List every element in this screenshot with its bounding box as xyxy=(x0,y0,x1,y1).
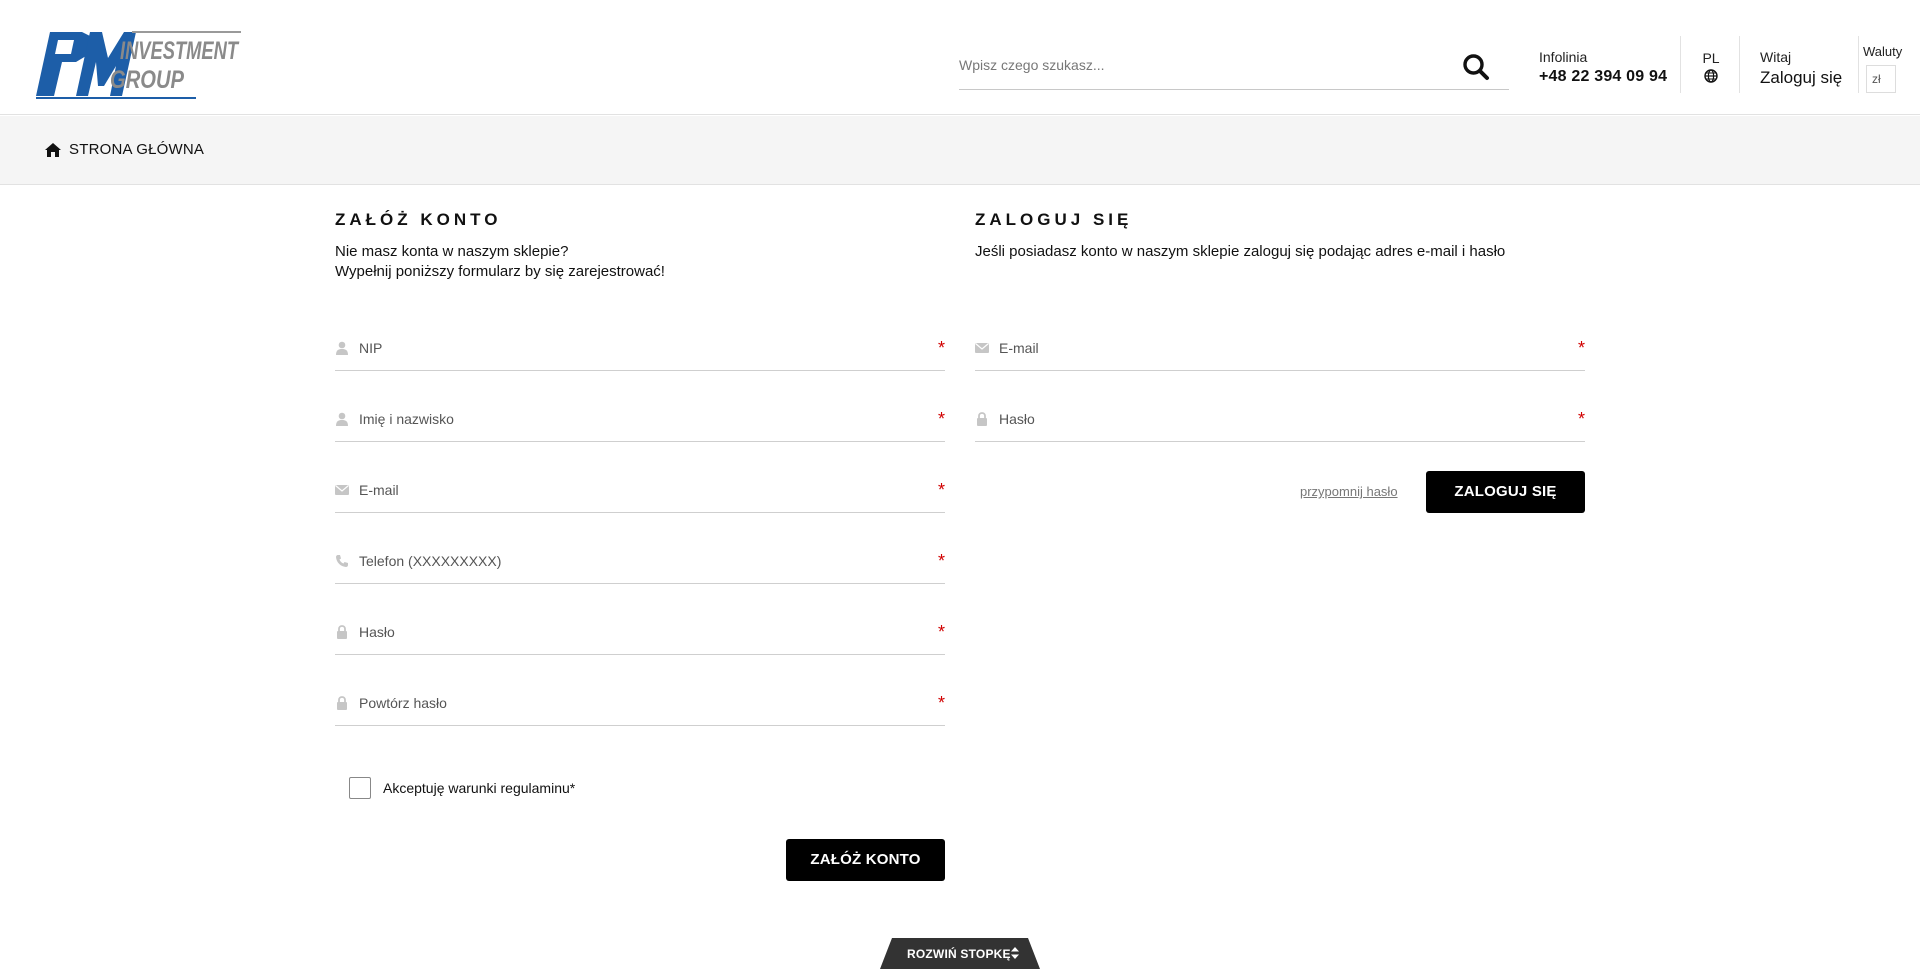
language-code: PL xyxy=(1702,50,1720,66)
register-description: Nie masz konta w naszym sklepie? Wypełni… xyxy=(335,242,945,282)
register-email-field[interactable]: E-mail * xyxy=(335,469,945,513)
register-password-field[interactable]: Hasło * xyxy=(335,611,945,655)
login-button[interactable]: ZALOGUJ SIĘ xyxy=(1426,471,1585,513)
login-email-field[interactable]: E-mail * xyxy=(975,327,1585,371)
login-password-label: Hasło xyxy=(999,411,1035,427)
register-section: ZAŁÓŻ KONTO Nie masz konta w naszym skle… xyxy=(335,210,945,881)
hotline-phone[interactable]: +48 22 394 09 94 xyxy=(1539,67,1667,87)
sort-arrows-icon xyxy=(1011,947,1019,959)
header-login-link[interactable]: Zaloguj się xyxy=(1760,67,1842,89)
required-marker: * xyxy=(1577,338,1585,358)
fullname-label: Imię i nazwisko xyxy=(359,411,454,427)
search-bar xyxy=(959,42,1509,90)
register-desc-line2: Wypełnij poniższy formularz by się zarej… xyxy=(335,263,665,280)
lock-icon xyxy=(337,625,347,639)
lock-icon xyxy=(977,412,987,426)
required-marker: * xyxy=(937,409,945,429)
required-marker: * xyxy=(1577,409,1585,429)
terms-checkbox-row[interactable]: Akceptuję warunki regulaminu* xyxy=(349,777,575,799)
company-logo[interactable]: INVESTMENT GROUP xyxy=(36,28,241,100)
user-icon xyxy=(336,341,348,355)
phone-icon xyxy=(336,555,348,567)
home-icon xyxy=(45,142,61,157)
repeat-password-field[interactable]: Powtórz hasło * xyxy=(335,682,945,726)
account-box: Witaj Zaloguj się xyxy=(1760,49,1842,89)
register-desc-line1: Nie masz konta w naszym sklepie? xyxy=(335,243,569,260)
svg-text:GROUP: GROUP xyxy=(110,66,184,94)
register-button[interactable]: ZAŁÓŻ KONTO xyxy=(786,839,945,881)
breadcrumb: STRONA GŁÓWNA xyxy=(0,116,1920,185)
breadcrumb-home[interactable]: STRONA GŁÓWNA xyxy=(45,141,204,158)
fullname-field[interactable]: Imię i nazwisko * xyxy=(335,398,945,442)
login-title: ZALOGUJ SIĘ xyxy=(975,210,1133,229)
envelope-icon xyxy=(975,343,989,353)
currency-switcher: Waluty zł xyxy=(1863,44,1902,93)
search-input[interactable] xyxy=(959,52,1439,78)
currency-label: Waluty xyxy=(1863,44,1903,59)
user-icon xyxy=(336,412,348,426)
header-divider xyxy=(1858,36,1859,93)
site-header: INVESTMENT GROUP Infolinia +48 22 394 09… xyxy=(0,0,1920,115)
required-marker: * xyxy=(937,693,945,713)
breadcrumb-home-label: STRONA GŁÓWNA xyxy=(69,141,205,158)
hotline: Infolinia +48 22 394 09 94 xyxy=(1539,49,1667,87)
svg-text:INVESTMENT: INVESTMENT xyxy=(120,37,240,65)
header-divider xyxy=(1680,36,1681,93)
footer-toggle-label: ROZWIŃ STOPKĘ xyxy=(907,947,1011,961)
phone-field[interactable]: Telefon (XXXXXXXXX) * xyxy=(335,540,945,584)
required-marker: * xyxy=(937,338,945,358)
welcome-label: Witaj xyxy=(1760,49,1792,65)
register-email-label: E-mail xyxy=(359,482,399,498)
terms-checkbox[interactable] xyxy=(349,777,371,799)
required-marker: * xyxy=(937,480,945,500)
login-password-field[interactable]: Hasło * xyxy=(975,398,1585,442)
footer-toggle-button[interactable]: ROZWIŃ STOPKĘ xyxy=(880,938,1040,969)
envelope-icon xyxy=(335,485,349,495)
login-email-label: E-mail xyxy=(999,340,1039,356)
register-password-label: Hasło xyxy=(359,624,395,640)
globe-icon xyxy=(1704,69,1718,83)
currency-select[interactable]: zł xyxy=(1866,65,1896,93)
terms-label[interactable]: Akceptuję warunki regulaminu* xyxy=(383,780,575,796)
repeat-password-label: Powtórz hasło xyxy=(359,695,447,711)
search-icon[interactable] xyxy=(1461,52,1491,82)
phone-label: Telefon (XXXXXXXXX) xyxy=(359,553,502,569)
header-divider xyxy=(1739,36,1740,93)
hotline-label: Infolinia xyxy=(1539,49,1588,65)
language-switcher[interactable]: PL xyxy=(1700,50,1722,83)
required-marker: * xyxy=(937,622,945,642)
lock-icon xyxy=(337,696,347,710)
login-section: ZALOGUJ SIĘ Jeśli posiadasz konto w nasz… xyxy=(975,210,1585,513)
nip-label: NIP xyxy=(359,340,383,356)
required-marker: * xyxy=(937,551,945,571)
register-title: ZAŁÓŻ KONTO xyxy=(335,210,502,229)
login-description: Jeśli posiadasz konto w naszym sklepie z… xyxy=(975,243,1506,260)
forgot-password-link[interactable]: przypomnij hasło xyxy=(1300,484,1398,499)
nip-field[interactable]: NIP * xyxy=(335,327,945,371)
